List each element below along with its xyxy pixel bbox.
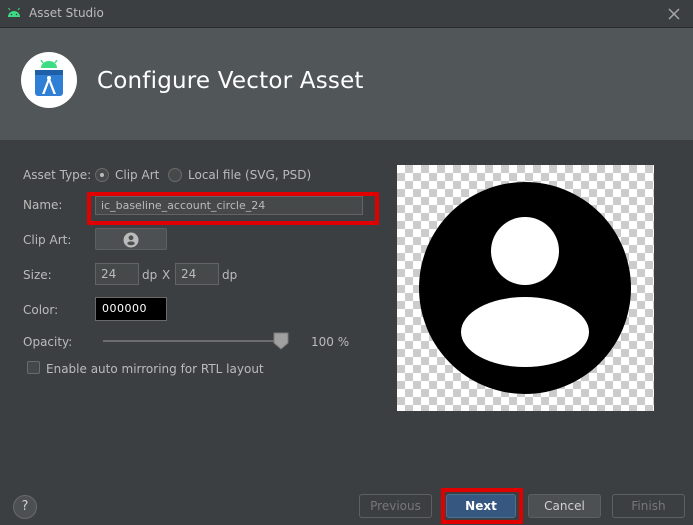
local-file-radio-label[interactable]: Local file (SVG, PSD) (188, 168, 311, 182)
color-swatch-input[interactable]: 000000 (95, 297, 167, 321)
size-label: Size: (23, 268, 52, 282)
clip-art-label: Clip Art: (23, 233, 72, 247)
rtl-mirroring-label[interactable]: Enable auto mirroring for RTL layout (46, 362, 264, 376)
android-icon (8, 7, 20, 17)
highlight-frame-next (441, 488, 523, 524)
cancel-button[interactable]: Cancel (528, 494, 601, 518)
page-title: Configure Vector Asset (97, 68, 364, 94)
rtl-mirroring-checkbox[interactable] (27, 361, 40, 374)
help-button[interactable]: ? (13, 495, 37, 519)
android-studio-logo (21, 52, 77, 108)
icon-preview (397, 165, 654, 411)
close-icon[interactable] (664, 4, 684, 24)
android-studio-logo-icon (35, 60, 63, 96)
clip-art-radio-label[interactable]: Clip Art (115, 168, 159, 182)
opacity-number: 100 (311, 335, 334, 349)
account-circle-icon (123, 232, 139, 248)
width-input[interactable]: 24 (95, 263, 139, 285)
opacity-label: Opacity: (23, 335, 73, 349)
color-label: Color: (23, 303, 59, 317)
clip-art-radio[interactable] (95, 168, 109, 182)
name-label: Name: (23, 198, 63, 212)
opacity-unit: % (337, 335, 350, 349)
clip-art-button[interactable] (95, 228, 167, 250)
asset-type-label: Asset Type: (23, 168, 92, 182)
local-file-radio[interactable] (168, 168, 182, 182)
opacity-value: 100 % (311, 335, 349, 349)
height-unit: dp (222, 268, 238, 282)
title-bar: Asset Studio (0, 0, 693, 28)
opacity-slider-track[interactable] (103, 340, 283, 342)
previous-button[interactable]: Previous (359, 494, 432, 518)
finish-button[interactable]: Finish (612, 494, 685, 518)
opacity-slider-thumb[interactable] (273, 332, 289, 350)
highlight-frame-name (87, 192, 379, 225)
window-title: Asset Studio (29, 6, 104, 20)
height-input[interactable]: 24 (175, 263, 219, 285)
width-unit: dp (142, 268, 158, 282)
header-banner: Configure Vector Asset (0, 28, 693, 140)
account-circle-icon (419, 182, 631, 394)
size-separator: X (162, 268, 171, 282)
